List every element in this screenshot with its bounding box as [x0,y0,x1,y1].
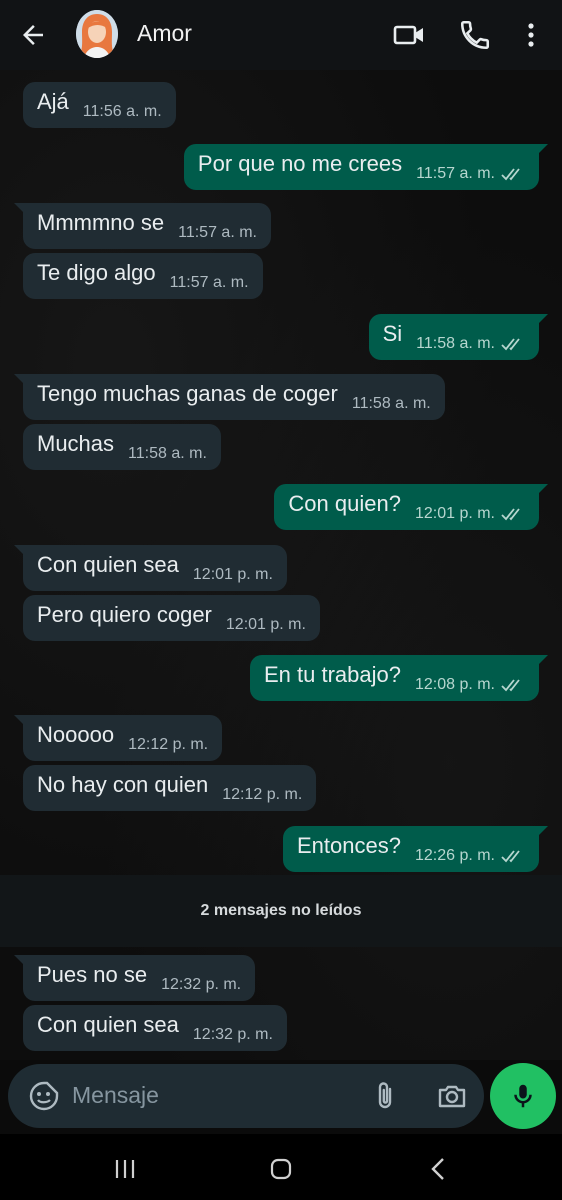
message-incoming[interactable]: Te digo algo 11:57 a. m. [23,253,263,299]
message-incoming[interactable]: Mmmmno se 11:57 a. m. [14,203,271,249]
recent-apps-icon[interactable] [110,1154,140,1184]
message-incoming[interactable]: Con quien sea 12:32 p. m. [23,1005,287,1051]
message-outgoing[interactable]: Si 11:58 a. m. [368,314,549,360]
double-check-icon [501,850,520,863]
message-text: Pues no se [37,962,148,987]
message-time: 12:12 p. m. [222,786,303,803]
chat-header: Amor [0,0,562,70]
unread-messages-banner: 2 mensajes no leídos [0,875,562,947]
message-incoming[interactable]: Pues no se 12:32 p. m. [13,955,256,1001]
message-time: 12:32 p. m. [192,1026,273,1043]
message-time: 12:01 p. m. [225,616,306,633]
message-time: 11:58 a. m. [128,445,207,462]
message-incoming[interactable]: Con quien sea 12:01 p. m. [14,545,287,591]
message-text: Te digo algo [37,260,156,285]
message-incoming[interactable]: Pero quiero coger 12:01 p. m. [23,595,320,641]
message-text: Con quien? [288,491,401,516]
message-composer[interactable]: Mensaje [8,1064,484,1128]
message-text: Pero quiero coger [37,602,212,627]
message-incoming[interactable]: Muchas 11:58 a. m. [23,424,221,470]
double-check-icon [501,679,520,692]
message-time: 11:56 a. m. [82,103,162,120]
message-time: 12:01 p. m. [414,505,495,522]
message-time: 11:57 a. m. [169,274,249,291]
message-time: 11:58 a. m. [351,395,431,412]
message-text: Si [382,321,403,346]
message-text: Con quien sea [37,1012,179,1037]
message-input[interactable]: Mensaje [72,1082,159,1109]
mic-icon [514,1084,532,1108]
message-text: Con quien sea [37,552,179,577]
contact-name[interactable]: Amor [137,20,192,47]
message-time: 12:32 p. m. [161,976,242,993]
message-time: 11:57 a. m. [416,165,495,182]
message-outgoing[interactable]: En tu trabajo? 12:08 p. m. [249,655,549,701]
message-time: 12:01 p. m. [192,566,273,583]
message-list[interactable]: Ajá 11:56 a. m. Por que no me crees 11:5… [0,70,562,1060]
message-time: 12:12 p. m. [128,736,209,753]
message-text: Nooooo [37,722,115,747]
message-incoming[interactable]: Tengo muchas ganas de coger 11:58 a. m. [14,374,445,420]
message-text: Tengo muchas ganas de coger [37,381,338,406]
message-text: Ajá [37,89,69,114]
attach-icon[interactable] [370,1080,400,1112]
message-time: 12:26 p. m. [414,847,495,864]
message-text: Entonces? [296,833,401,858]
back-icon[interactable] [424,1154,454,1184]
double-check-icon [501,508,520,521]
message-incoming[interactable]: No hay con quien 12:12 p. m. [23,765,317,811]
message-incoming[interactable]: Nooooo 12:12 p. m. [13,715,223,761]
message-text: No hay con quien [37,772,209,797]
message-time: 11:58 a. m. [416,335,495,352]
video-call-icon[interactable] [392,18,426,52]
double-check-icon [501,168,520,181]
message-time: 12:08 p. m. [414,676,495,693]
message-outgoing[interactable]: Entonces? 12:26 p. m. [282,826,549,872]
camera-icon[interactable] [436,1080,468,1112]
message-text: Mmmmno se [37,210,165,235]
emoji-icon[interactable] [28,1080,60,1112]
system-navigation-bar [0,1134,562,1200]
phone-icon[interactable] [458,18,492,52]
avatar[interactable] [76,10,118,58]
message-incoming[interactable]: Ajá 11:56 a. m. [23,82,176,128]
message-text: Por que no me crees [197,151,403,176]
message-text: En tu trabajo? [263,662,401,687]
message-text: Muchas [37,431,115,456]
double-check-icon [501,338,520,351]
message-time: 11:57 a. m. [178,224,257,241]
voice-record-button[interactable] [490,1063,556,1129]
message-outgoing[interactable]: Por que no me crees 11:57 a. m. [183,144,549,190]
back-arrow-icon[interactable] [18,20,48,50]
home-icon[interactable] [266,1154,296,1184]
message-outgoing[interactable]: Con quien? 12:01 p. m. [274,484,548,530]
more-options-icon[interactable] [514,18,548,52]
unread-messages-label: 2 mensajes no leídos [200,902,362,919]
